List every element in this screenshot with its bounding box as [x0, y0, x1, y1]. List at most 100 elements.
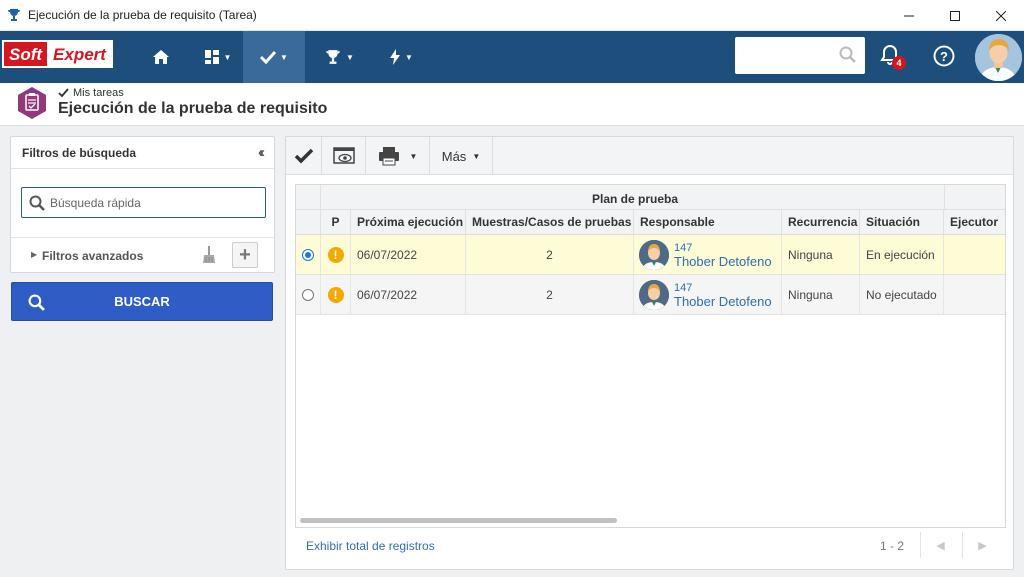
nav-home[interactable]: [143, 31, 179, 83]
column-header-recurrence[interactable]: Recurrencia: [782, 210, 860, 235]
check-icon: [260, 50, 277, 64]
more-menu-label: Más: [441, 148, 467, 164]
logo-soft-text: Soft: [2, 40, 48, 68]
svg-text:?: ?: [940, 49, 948, 64]
advanced-filters-label[interactable]: Filtros avanzados: [42, 249, 143, 263]
row-radio[interactable]: [302, 288, 314, 301]
horizontal-scrollbar[interactable]: [300, 518, 617, 523]
clear-filters-button[interactable]: [201, 245, 217, 265]
breadcrumb-my-tasks[interactable]: Mis tareas: [73, 87, 124, 99]
column-header-responsible[interactable]: Responsable: [634, 210, 782, 235]
row-select-cell[interactable]: [296, 275, 321, 314]
softexpert-logo[interactable]: Soft Expert: [2, 40, 113, 68]
page-header: Mis tareas Ejecución de la prueba de req…: [0, 83, 1024, 126]
executor-cell: [944, 235, 1005, 274]
column-header-next-run[interactable]: Próxima ejecución: [351, 210, 466, 235]
executor-cell: [944, 275, 1005, 314]
chevron-right-icon: ▶: [978, 539, 987, 552]
column-header-status[interactable]: Situación: [860, 210, 944, 235]
more-menu-button[interactable]: Más ▼: [430, 137, 493, 175]
chevron-right-icon: ▶: [31, 250, 38, 259]
responsible-cell[interactable]: 147 Thober Detofeno: [634, 235, 782, 274]
chevron-left-icon: ◀: [936, 539, 945, 552]
results-toolbar: ▼ Más ▼: [286, 137, 1013, 175]
row-select-cell[interactable]: [296, 235, 321, 274]
column-header-select: [296, 210, 321, 235]
next-page-button[interactable]: ▶: [962, 532, 1002, 558]
priority-cell: !: [321, 275, 351, 314]
broom-icon: [203, 246, 215, 263]
check-icon: [294, 148, 313, 164]
notifications-button[interactable]: 4: [878, 43, 906, 71]
advanced-filters[interactable]: ▶ Filtros avanzados +: [11, 237, 274, 272]
search-icon: [839, 46, 856, 63]
search-icon: [29, 195, 45, 211]
printer-icon: [378, 147, 399, 166]
column-header-executor[interactable]: Ejecutor: [944, 210, 1005, 235]
recurrence-cell: Ninguna: [782, 275, 860, 314]
top-navbar: Soft Expert ▼ ▼ ▼ ▼ 4 ?: [0, 31, 1024, 83]
add-filter-button[interactable]: +: [232, 242, 258, 268]
double-chevron-left-icon[interactable]: ‹‹: [258, 144, 265, 161]
nav-actions[interactable]: ▼: [380, 31, 422, 83]
filter-panel-title: Filtros de búsqueda: [22, 145, 137, 160]
column-header-samples[interactable]: Muestras/Casos de pruebas: [466, 210, 634, 235]
samples-cell: 2: [466, 275, 634, 314]
chevron-down-icon: ▼: [409, 151, 418, 161]
help-button[interactable]: ?: [932, 44, 958, 70]
content-area: Filtros de búsqueda ‹‹ ▶ Filtros avanzad…: [0, 126, 1024, 577]
grid-group-header: Plan de prueba: [296, 185, 1005, 210]
trophy-icon: [326, 50, 340, 64]
nav-tasks[interactable]: ▼: [243, 31, 305, 83]
next-run-cell: 06/07/2022: [351, 275, 466, 314]
execute-button[interactable]: [286, 137, 322, 175]
responsible-name[interactable]: Thober Detofeno: [674, 254, 772, 269]
warning-icon: !: [327, 246, 344, 263]
next-run-cell: 06/07/2022: [351, 235, 466, 274]
close-button[interactable]: [978, 0, 1024, 31]
window-view-icon: [332, 147, 355, 164]
chevron-down-icon: ▼: [346, 52, 354, 62]
row-radio[interactable]: [302, 248, 314, 261]
help-icon: ?: [933, 45, 955, 67]
chevron-down-icon: ▼: [405, 52, 413, 62]
global-search-input[interactable]: [735, 37, 865, 74]
filter-panel-header: Filtros de búsqueda ‹‹: [11, 137, 274, 169]
table-row[interactable]: ! 06/07/2022 2 147 Thober Detofeno Ningu…: [296, 275, 1005, 315]
trophy-icon: [6, 7, 22, 23]
results-grid: Plan de prueba P Próxima ejecución Muest…: [295, 184, 1006, 528]
user-avatar[interactable]: [975, 34, 1022, 81]
breadcrumb[interactable]: Mis tareas: [58, 87, 124, 99]
results-panel: ▼ Más ▼ Plan de prueba P Próxima ejecuci…: [285, 136, 1014, 570]
show-total-records-link[interactable]: Exhibir total de registros: [306, 539, 435, 553]
minimize-button[interactable]: [886, 0, 932, 31]
nav-goals[interactable]: ▼: [316, 31, 362, 83]
responsible-name[interactable]: Thober Detofeno: [674, 294, 772, 309]
table-row[interactable]: ! 06/07/2022 2 147 Thober Detofeno Ningu…: [296, 235, 1005, 275]
window-title: Ejecución de la prueba de requisito (Tar…: [28, 8, 257, 22]
chevron-down-icon: ▼: [280, 52, 288, 62]
check-icon: [58, 88, 69, 98]
column-header-priority[interactable]: P: [321, 210, 351, 235]
maximize-button[interactable]: [932, 0, 978, 31]
lightning-icon: [390, 49, 401, 65]
nav-dashboard[interactable]: ▼: [195, 31, 240, 83]
search-button[interactable]: BUSCAR: [11, 282, 273, 321]
avatar: [639, 279, 669, 310]
status-cell: En ejecución: [860, 235, 944, 274]
quick-search-input[interactable]: [50, 194, 250, 212]
responsible-cell[interactable]: 147 Thober Detofeno: [634, 275, 782, 314]
view-button[interactable]: [322, 137, 366, 175]
window-title-bar: Ejecución de la prueba de requisito (Tar…: [0, 0, 1024, 31]
responsible-id: 147: [674, 241, 693, 254]
grid-footer: Exhibir total de registros 1 - 2 ◀ ▶: [295, 529, 1006, 562]
warning-icon: !: [327, 286, 344, 303]
pager-range: 1 - 2: [880, 539, 905, 553]
previous-page-button[interactable]: ◀: [920, 532, 960, 558]
samples-cell: 2: [466, 235, 634, 274]
group-header-test-plan: Plan de prueba: [592, 192, 679, 206]
filter-panel: Filtros de búsqueda ‹‹ ▶ Filtros avanzad…: [10, 136, 275, 273]
quick-search-field[interactable]: [21, 187, 266, 218]
responsible-id: 147: [674, 281, 693, 294]
print-button[interactable]: ▼: [366, 137, 430, 175]
